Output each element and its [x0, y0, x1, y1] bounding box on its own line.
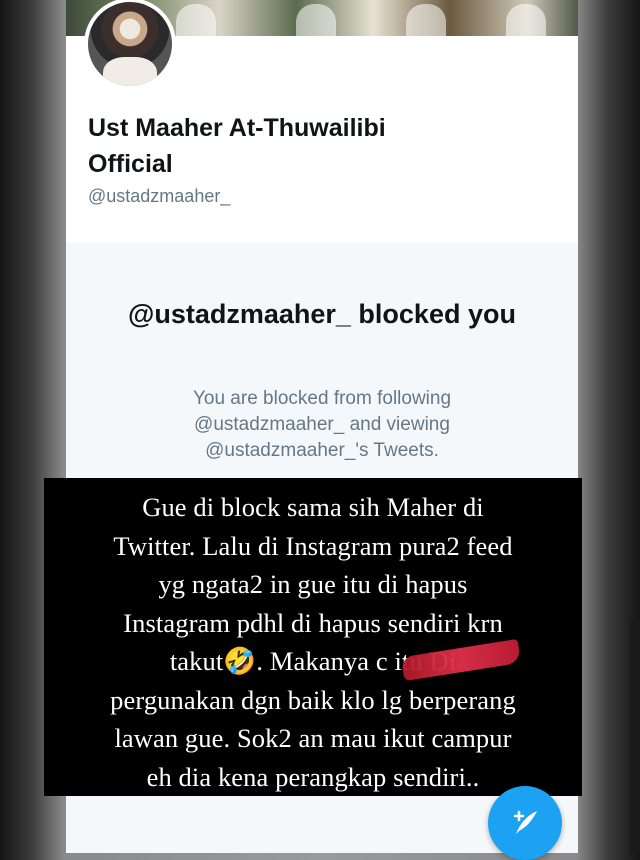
caption-line: lawan gue. Sok2 an mau ikut campur	[114, 723, 512, 753]
profile-handle: @ustadzmaaher_	[88, 186, 231, 206]
caption-line: yg ngata2 in gue itu di hapus	[158, 569, 468, 599]
story-caption: Gue di block sama sih Maher di Twitter. …	[44, 478, 582, 796]
profile-avatar[interactable]	[84, 0, 176, 90]
compose-tweet-button[interactable]	[488, 786, 562, 860]
blocked-title: @ustadzmaaher_ blocked you	[128, 299, 516, 329]
blocked-message: You are blocked from following @ustadzma…	[192, 388, 452, 461]
caption-line: pergunakan dgn baik klo lg berperang	[110, 684, 516, 715]
caption-line: Instagram pdhl di hapus sendiri krn	[123, 607, 503, 638]
edge-shadow	[630, 620, 640, 853]
caption-line: Twitter. Lalu di Instagram pura2 feed	[113, 530, 513, 561]
caption-line: eh dia kena perangkap sendiri..	[146, 761, 480, 792]
compose-tweet-icon	[513, 810, 537, 834]
caption-line: Gue di block sama sih Maher di	[142, 492, 484, 522]
profile-name: Ust Maaher At-Thuwailibi Official	[88, 114, 386, 178]
